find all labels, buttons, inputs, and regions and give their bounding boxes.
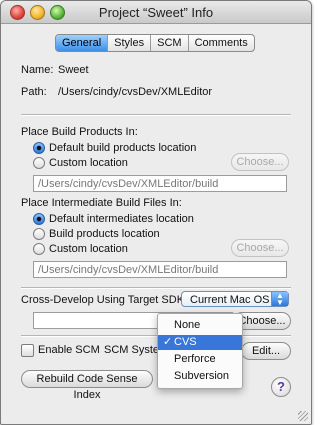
divider (21, 335, 291, 337)
menu-item-perforce[interactable]: Perforce (158, 352, 242, 367)
sdk-selected-value: Current Mac OS (190, 294, 270, 306)
default-intermediates-label[interactable]: Default intermediates location (49, 213, 194, 225)
tab-scm[interactable]: SCM (151, 35, 189, 51)
menu-item-subversion[interactable]: Subversion (158, 369, 242, 384)
radio-custom-build-location[interactable] (33, 157, 45, 169)
scm-edit-button[interactable]: Edit... (241, 342, 291, 360)
intermediate-choose-button[interactable]: Choose... (231, 239, 289, 257)
tab-bar: General Styles SCM Comments (55, 34, 255, 52)
build-choose-button[interactable]: Choose... (231, 153, 289, 171)
tab-comments[interactable]: Comments (189, 35, 254, 51)
window-title: Project “Sweet” Info (98, 5, 214, 20)
enable-scm-checkbox[interactable] (21, 344, 34, 357)
menu-item-none[interactable]: None (158, 318, 242, 333)
enable-scm-label[interactable]: Enable SCM (38, 344, 100, 356)
intermediate-path-field[interactable]: /Users/cindy/cvsDev/XMLEditor/build (33, 261, 287, 278)
resize-grip-icon[interactable] (298, 411, 308, 421)
sdk-popup[interactable]: Current Mac OS ▲ ▼ (181, 291, 289, 307)
custom-intermediates-label[interactable]: Custom location (49, 243, 128, 255)
menu-item-cvs[interactable]: ✓ CVS (158, 335, 242, 350)
radio-custom-intermediates[interactable] (33, 243, 45, 255)
scm-system-menu: None ✓ CVS Perforce Subversion (157, 313, 243, 389)
build-products-path-field[interactable]: /Users/cindy/cvsDev/XMLEditor/build (33, 175, 287, 192)
default-build-location-label[interactable]: Default build products location (49, 142, 196, 154)
rebuild-code-sense-button[interactable]: Rebuild Code Sense Index (21, 370, 153, 401)
build-products-heading: Place Build Products In: (21, 126, 138, 138)
tab-general[interactable]: General (56, 35, 109, 51)
intermediate-heading: Place Intermediate Build Files In: (21, 197, 182, 209)
divider (21, 114, 291, 116)
radio-default-intermediates[interactable] (33, 213, 45, 225)
tab-styles[interactable]: Styles (108, 35, 152, 51)
name-label: Name: (21, 64, 54, 76)
custom-build-location-label[interactable]: Custom location (49, 157, 128, 169)
divider (21, 287, 291, 289)
sdk-label: Cross-Develop Using Target SDK: (21, 294, 188, 306)
help-button[interactable]: ? (271, 377, 291, 397)
checkmark-icon: ✓ (163, 336, 173, 348)
path-label: Path: (21, 86, 47, 98)
path-value: /Users/cindy/cvsDev/XMLEditor (58, 86, 213, 98)
build-products-location-label[interactable]: Build products location (49, 228, 160, 240)
radio-build-products-location[interactable] (33, 228, 45, 240)
name-value: Sweet (58, 64, 89, 76)
project-info-window: Project “Sweet” Info General Styles SCM … (0, 0, 312, 425)
popup-arrows-icon: ▲ ▼ (271, 292, 288, 307)
radio-default-build-location[interactable] (33, 142, 45, 154)
title-bar[interactable]: Project “Sweet” Info (1, 1, 311, 24)
